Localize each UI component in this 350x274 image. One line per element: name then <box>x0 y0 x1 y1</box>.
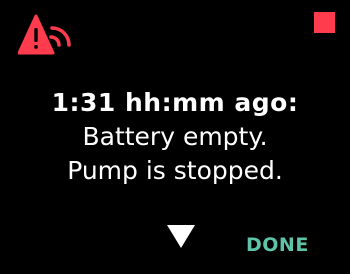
down-arrow-icon <box>167 225 195 248</box>
done-button[interactable]: DONE <box>246 234 309 256</box>
alert-line-pump: Pump is stopped. <box>67 156 283 185</box>
alarm-alert-icon <box>17 14 76 56</box>
alert-time-ago: 1:31 hh:mm ago: <box>51 88 299 117</box>
alert-message: 1:31 hh:mm ago: Battery empty. Pump is s… <box>0 86 350 188</box>
pump-alert-screen: 1:31 hh:mm ago: Battery empty. Pump is s… <box>0 0 350 274</box>
alert-line-battery: Battery empty. <box>82 122 268 151</box>
scroll-down-button[interactable] <box>161 222 201 252</box>
status-indicator <box>314 12 335 33</box>
